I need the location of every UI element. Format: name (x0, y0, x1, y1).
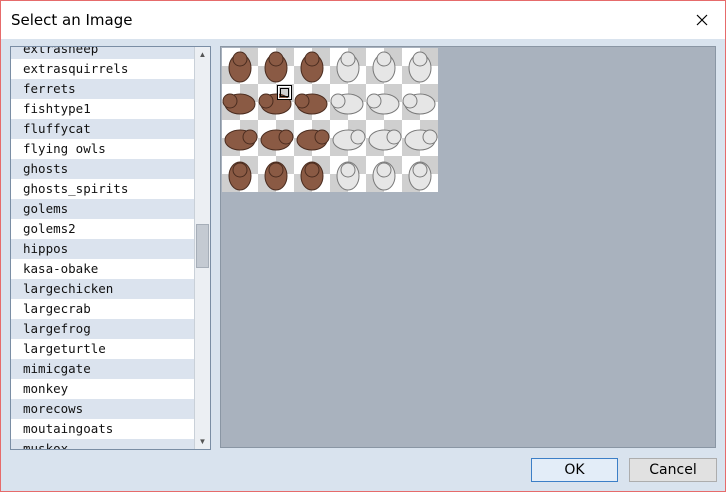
image-preview-pane[interactable] (220, 46, 716, 448)
bear-sprite (336, 161, 360, 191)
list-scrollbar[interactable]: ▲ ▼ (194, 47, 210, 449)
list-item[interactable]: morecows (11, 399, 194, 419)
list-item[interactable]: extrasheep (11, 47, 194, 59)
close-button[interactable] (679, 1, 725, 39)
bear-sprite (372, 161, 396, 191)
title-bar: Select an Image (1, 1, 725, 39)
list-item[interactable]: muskox (11, 439, 194, 449)
bear-sprite (264, 161, 288, 191)
sprite-sheet-image[interactable] (222, 48, 438, 192)
selection-cursor[interactable] (277, 85, 292, 100)
list-item[interactable]: ghosts (11, 159, 194, 179)
list-item[interactable]: fishtype1 (11, 99, 194, 119)
scroll-down-arrow-icon[interactable]: ▼ (195, 434, 210, 449)
list-item[interactable]: moutaingoats (11, 419, 194, 439)
list-item[interactable]: kasa-obake (11, 259, 194, 279)
list-item[interactable]: largeturtle (11, 339, 194, 359)
bear-sprite (300, 161, 324, 191)
list-item[interactable]: ferrets (11, 79, 194, 99)
list-item[interactable]: largefrog (11, 319, 194, 339)
cancel-button[interactable]: Cancel (629, 458, 717, 482)
list-item[interactable]: largechicken (11, 279, 194, 299)
list-item[interactable]: extrasquirrels (11, 59, 194, 79)
image-file-list[interactable]: extrasheep extrasquirrels ferrets fishtype1… (10, 46, 211, 450)
select-image-dialog: Select an Image extrasheep extrasquirrels… (0, 0, 726, 492)
list-item[interactable]: mimicgate (11, 359, 194, 379)
close-icon (696, 14, 708, 26)
dialog-title: Select an Image (11, 11, 133, 29)
scrollbar-thumb[interactable] (196, 224, 209, 268)
list-item[interactable]: largecrab (11, 299, 194, 319)
bear-sprite (228, 161, 252, 191)
list-item[interactable]: flying owls (11, 139, 194, 159)
list-item[interactable]: monkey (11, 379, 194, 399)
scroll-up-arrow-icon[interactable]: ▲ (195, 47, 210, 62)
list-item[interactable]: golems (11, 199, 194, 219)
list-item[interactable]: ghosts_spirits (11, 179, 194, 199)
file-list-items: extrasheep extrasquirrels ferrets fishtype1… (11, 47, 194, 449)
list-item[interactable]: fluffycat (11, 119, 194, 139)
ok-button[interactable]: OK (531, 458, 618, 482)
list-item[interactable]: golems2 (11, 219, 194, 239)
list-item[interactable]: hippos (11, 239, 194, 259)
bear-sprite (408, 161, 432, 191)
